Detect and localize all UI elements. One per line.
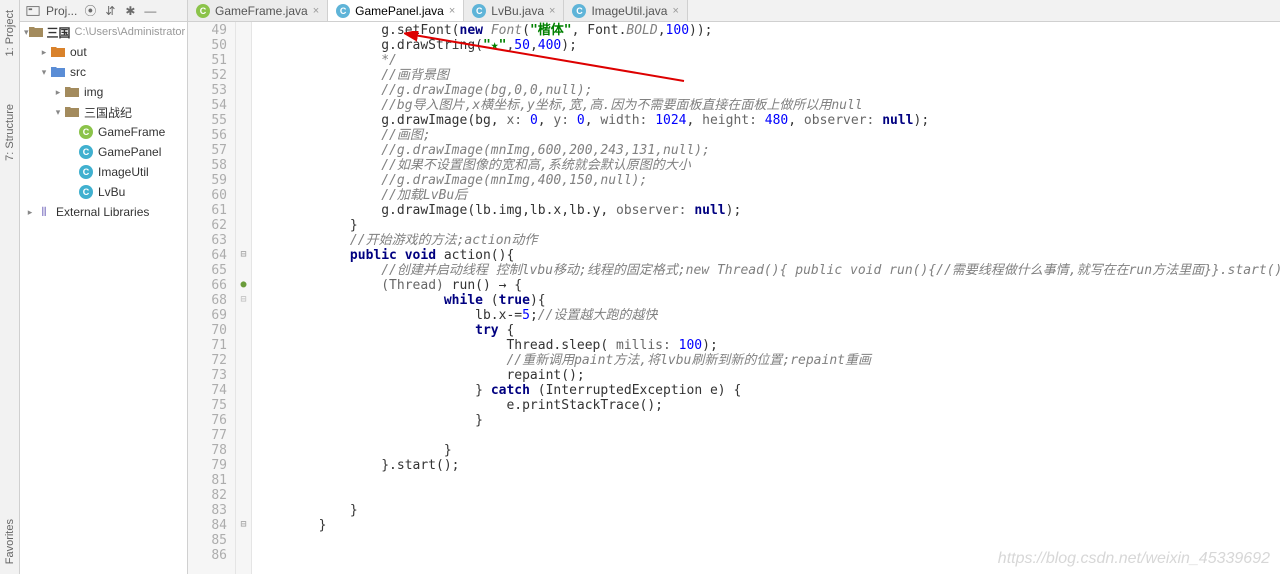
gear-icon[interactable]: ✱ (123, 4, 137, 18)
tree-img[interactable]: ▸ img (20, 82, 187, 102)
tree-label: img (80, 85, 103, 99)
code-editor[interactable]: 4950515253545556575859606162636465666869… (188, 22, 1280, 574)
tab-label: GameFrame.java (215, 4, 308, 18)
tree-arrow-icon: ▸ (52, 87, 64, 98)
tree-src[interactable]: ▾ src (20, 62, 187, 82)
tree-label: GamePanel (94, 145, 161, 159)
project-tool-label: Proj... (46, 4, 77, 18)
folder-icon (50, 66, 66, 78)
tree-label: LvBu (94, 185, 125, 199)
folder-icon (29, 26, 43, 38)
tree-label: GameFrame (94, 125, 165, 139)
structure-tool-button[interactable]: 7: Structure (4, 104, 16, 161)
target-icon[interactable]: ⦿ (83, 4, 97, 18)
hide-icon[interactable]: — (143, 4, 157, 18)
tree-root[interactable]: ▾三国 C:\Users\Administrator (20, 22, 187, 42)
tab-gamepanel[interactable]: C GamePanel.java × (328, 0, 464, 21)
tree-label: 三国 (43, 24, 71, 41)
tree-label: src (66, 65, 86, 79)
tab-label: GamePanel.java (355, 4, 444, 18)
java-class-icon: C (78, 145, 94, 159)
close-icon[interactable]: × (672, 5, 678, 17)
project-tool-header: Proj... ⦿ ⇵ ✱ — (20, 0, 188, 21)
tree-label: 三国战纪 (80, 104, 132, 121)
marker-gutter: ⊟● ⊟⊟ (236, 22, 252, 574)
java-class-icon: C (572, 4, 586, 18)
editor-tabs: C GameFrame.java × C GamePanel.java × C LvBu.ja… (188, 0, 688, 21)
project-tree: ▾三国 C:\Users\Administrator▸out▾src▸img▾三… (20, 22, 188, 574)
project-icon (26, 4, 40, 18)
tree-class-imageutil[interactable]: CImageUtil (20, 162, 187, 182)
tab-gameframe[interactable]: C GameFrame.java × (188, 0, 328, 21)
java-class-icon: C (196, 4, 210, 18)
left-tool-strip: 1: Project 7: Structure Favorites (0, 0, 20, 574)
close-icon[interactable]: × (313, 5, 319, 17)
folder-icon (64, 106, 80, 118)
folder-icon (50, 46, 66, 58)
close-icon[interactable]: × (449, 5, 455, 17)
tree-label: out (66, 45, 87, 59)
toolbar: Proj... ⦿ ⇵ ✱ — C GameFrame.java × C GamePan… (20, 0, 1280, 22)
tree-package[interactable]: ▾ 三国战纪 (20, 102, 187, 122)
tree-arrow-icon: ▾ (52, 107, 64, 118)
java-class-icon: C (78, 185, 94, 199)
tree-arrow-icon: ▸ (38, 47, 50, 58)
java-class-icon: C (336, 4, 350, 18)
tree-external-libraries[interactable]: ▸⫴External Libraries (20, 202, 187, 222)
java-class-icon: C (78, 125, 94, 139)
folder-icon (64, 86, 80, 98)
tab-label: LvBu.java (491, 4, 544, 18)
tree-class-gamepanel[interactable]: CGamePanel (20, 142, 187, 162)
code-area[interactable]: g.setFont(new Font("楷体", Font.BOLD,100))… (252, 22, 1280, 574)
collapse-icon[interactable]: ⇵ (103, 4, 117, 18)
tree-out[interactable]: ▸ out (20, 42, 187, 62)
tab-imageutil[interactable]: C ImageUtil.java × (564, 0, 687, 21)
tree-label: ImageUtil (94, 165, 149, 179)
tree-arrow-icon: ▸ (24, 207, 36, 218)
tab-label: ImageUtil.java (591, 4, 667, 18)
tree-arrow-icon: ▾ (38, 67, 50, 78)
java-class-icon: C (78, 165, 94, 179)
tree-class-lvbu[interactable]: CLvBu (20, 182, 187, 202)
java-class-icon: C (472, 4, 486, 18)
line-number-gutter: 4950515253545556575859606162636465666869… (188, 22, 236, 574)
tree-class-gameframe[interactable]: CGameFrame (20, 122, 187, 142)
tree-label: External Libraries (52, 205, 149, 219)
favorites-tool-button[interactable]: Favorites (4, 519, 16, 564)
close-icon[interactable]: × (549, 5, 555, 17)
tab-lvbu[interactable]: C LvBu.java × (464, 0, 564, 21)
project-tool-button[interactable]: 1: Project (4, 10, 16, 56)
library-icon: ⫴ (36, 205, 52, 220)
